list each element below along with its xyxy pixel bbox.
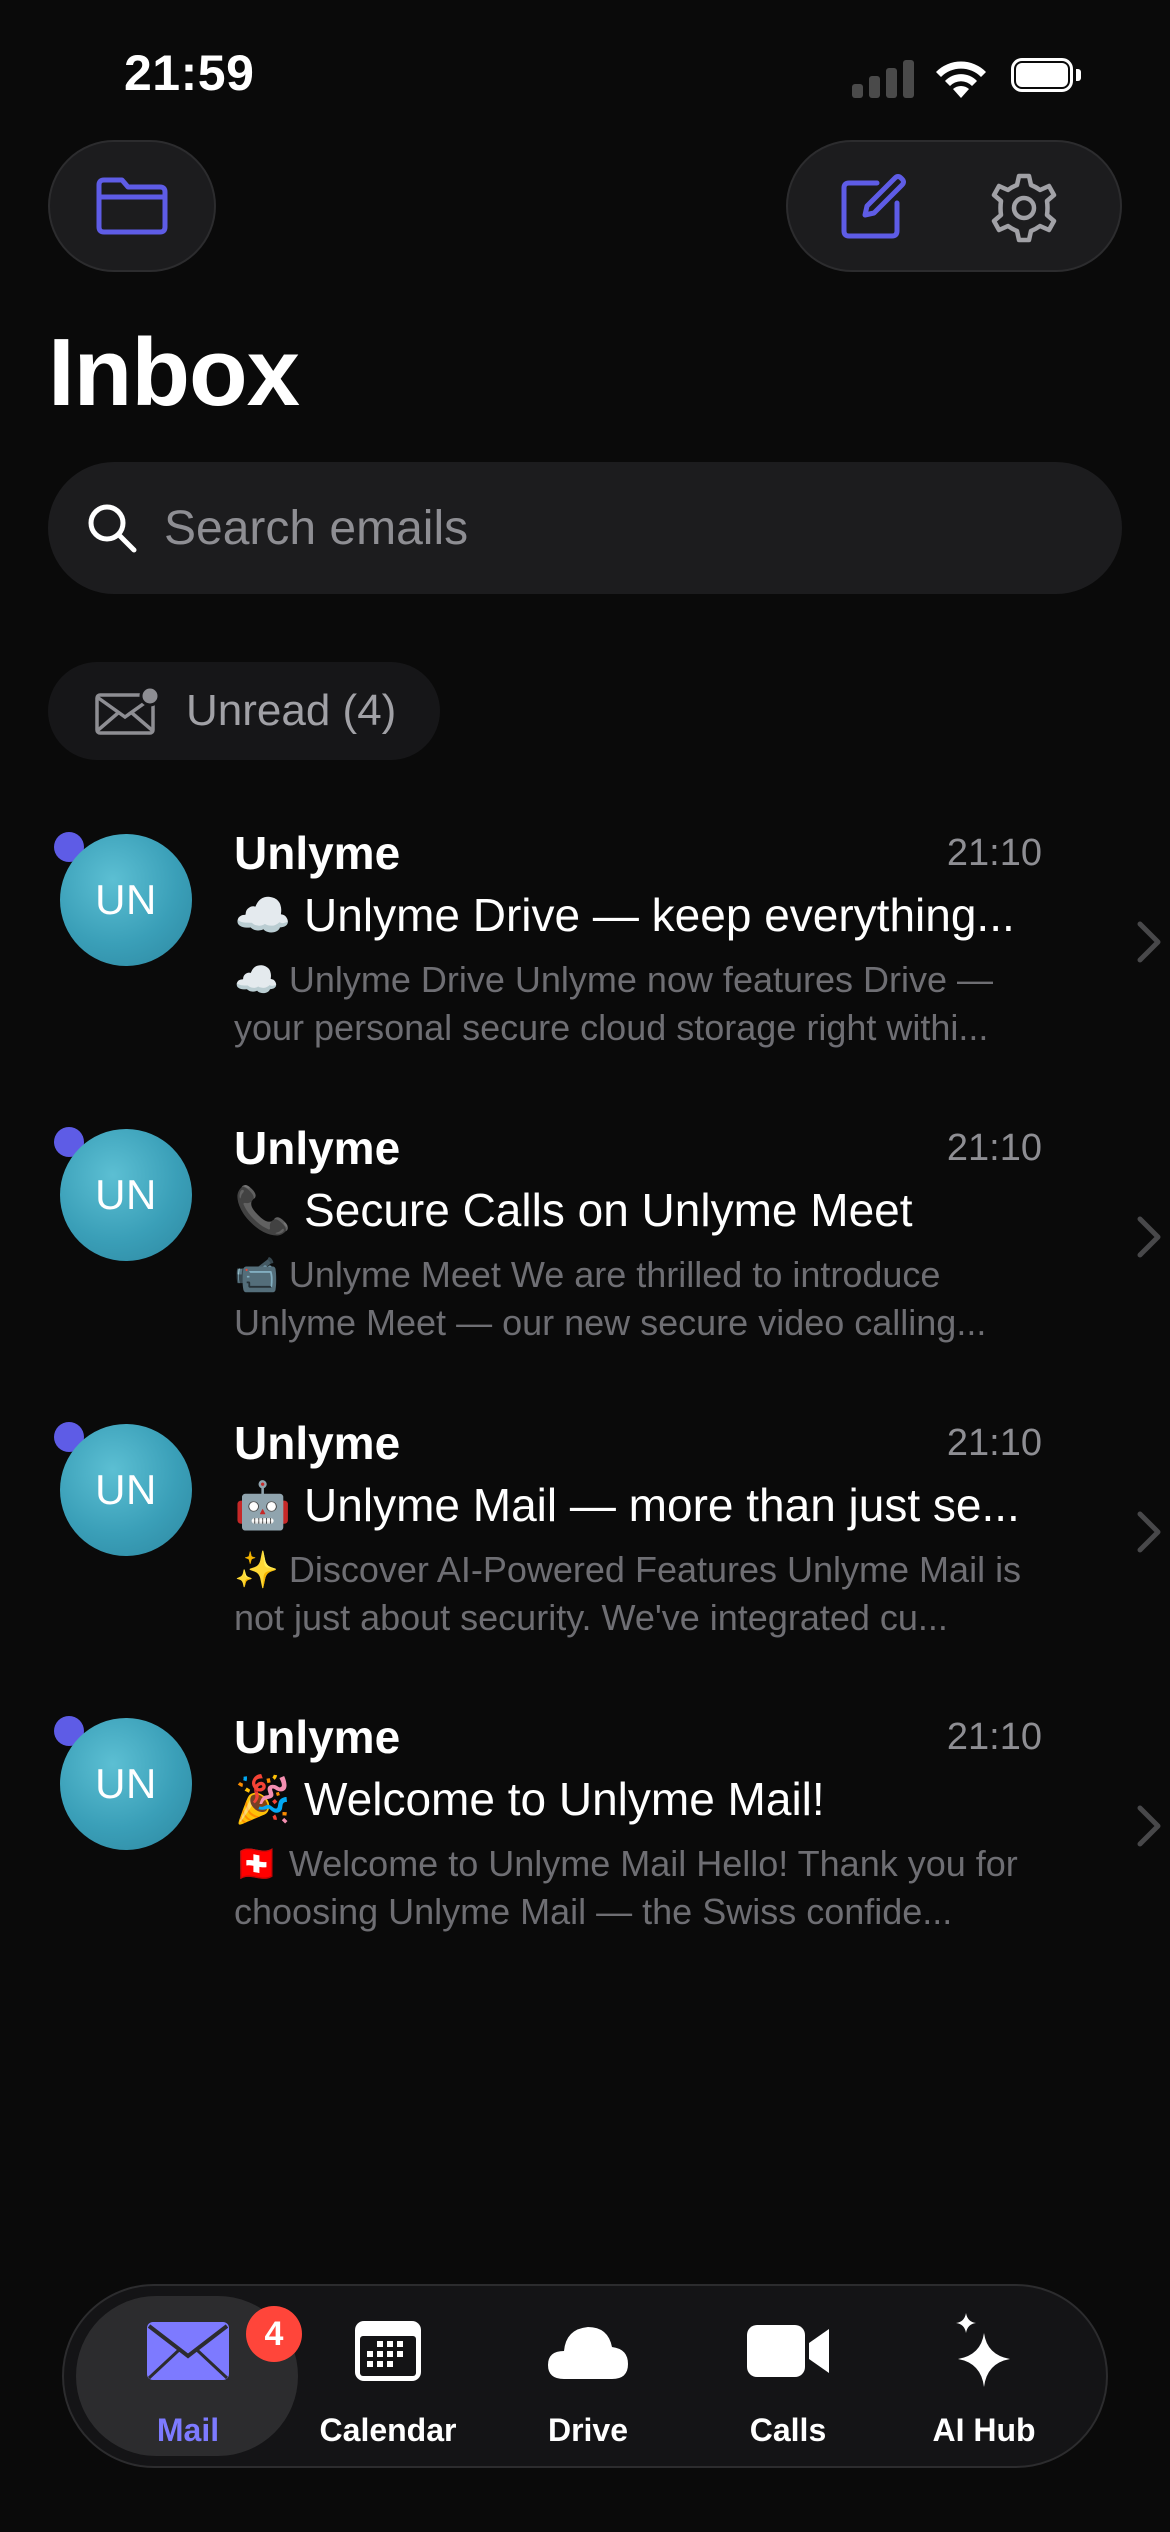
email-row[interactable]: UN Unlyme 21:10 🤖 Unlyme Mail — more tha…	[0, 1416, 1170, 1710]
unread-mail-icon	[95, 685, 160, 735]
tab-calls[interactable]: Calls	[688, 2286, 888, 2466]
tab-label: Calendar	[319, 2412, 457, 2448]
email-row[interactable]: UN Unlyme 21:10 ☁️ Unlyme Drive — keep e…	[0, 826, 1170, 1120]
settings-button[interactable]	[984, 168, 1064, 248]
video-camera-icon	[743, 2316, 833, 2386]
tab-label: AI Hub	[932, 2412, 1036, 2448]
tab-ai-hub[interactable]: AI Hub	[884, 2286, 1084, 2466]
email-time: 21:10	[946, 832, 1042, 874]
email-time: 21:10	[946, 1716, 1042, 1758]
tab-drive[interactable]: Drive	[488, 2286, 688, 2466]
avatar: UN	[60, 1718, 192, 1850]
compose-button[interactable]	[832, 168, 912, 248]
chevron-right-icon	[1137, 1511, 1161, 1553]
mail-icon	[143, 2316, 233, 2386]
tab-label: Calls	[749, 2412, 827, 2448]
battery-icon	[1011, 58, 1083, 96]
email-sender: Unlyme	[234, 1417, 401, 1469]
email-sender: Unlyme	[234, 1711, 401, 1763]
unread-filter-chip[interactable]: Unread (4)	[48, 662, 441, 760]
folders-button[interactable]	[48, 140, 216, 272]
page-title: Inbox	[48, 319, 300, 426]
filter-label: Unread (4)	[186, 686, 397, 735]
avatar: UN	[60, 1129, 192, 1261]
email-subject: 🤖 Unlyme Mail — more than just se...	[234, 1479, 1020, 1531]
search-input[interactable]	[164, 490, 1064, 566]
tab-bar: Mail 4 Calendar Drive Calls AI Hub	[62, 2284, 1108, 2468]
cloud-icon	[543, 2316, 633, 2386]
email-preview: 📹 Unlyme Meet We are thrilled to introdu…	[234, 1254, 987, 1343]
search-icon	[88, 504, 137, 553]
cellular-signal-icon	[852, 58, 914, 98]
email-subject: 🎉 Welcome to Unlyme Mail!	[234, 1773, 825, 1825]
tab-calendar[interactable]: Calendar	[288, 2286, 488, 2466]
chevron-right-icon	[1137, 921, 1161, 963]
email-sender: Unlyme	[234, 1122, 401, 1174]
email-preview: 🇨🇭 Welcome to Unlyme Mail Hello! Thank y…	[234, 1843, 1018, 1932]
header-actions	[786, 140, 1122, 272]
search-bar[interactable]	[48, 462, 1122, 594]
tab-mail[interactable]: Mail 4	[88, 2286, 302, 2466]
email-preview: ✨ Discover AI-Powered Features Unlyme Ma…	[234, 1549, 1022, 1638]
email-sender: Unlyme	[234, 827, 401, 879]
wifi-icon	[936, 61, 986, 98]
email-subject: ☁️ Unlyme Drive — keep everything...	[234, 889, 1015, 941]
chevron-right-icon	[1137, 1805, 1161, 1847]
email-subject: 📞 Secure Calls on Unlyme Meet	[234, 1184, 913, 1236]
status-time: 21:59	[124, 45, 255, 101]
avatar: UN	[60, 834, 192, 966]
sparkles-icon	[939, 2313, 1029, 2387]
email-row[interactable]: UN Unlyme 21:10 📞 Secure Calls on Unlyme…	[0, 1121, 1170, 1415]
tab-label: Drive	[547, 2412, 629, 2448]
compose-icon	[841, 174, 906, 239]
email-preview: ☁️ Unlyme Drive Unlyme now features Driv…	[234, 959, 994, 1048]
calendar-icon	[343, 2316, 433, 2386]
avatar: UN	[60, 1424, 192, 1556]
email-time: 21:10	[946, 1422, 1042, 1464]
chevron-right-icon	[1137, 1216, 1161, 1258]
email-row[interactable]: UN Unlyme 21:10 🎉 Welcome to Unlyme Mail…	[0, 1710, 1170, 2004]
folder-icon	[96, 177, 168, 235]
gear-icon	[991, 173, 1057, 243]
email-time: 21:10	[946, 1127, 1042, 1169]
tab-label: Mail	[156, 2412, 220, 2448]
